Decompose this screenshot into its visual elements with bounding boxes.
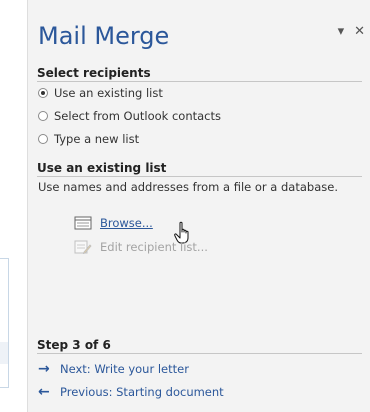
pane-title: Mail Merge [38,22,170,50]
radio-button[interactable] [38,134,48,144]
edit-recipient-list-link: Edit recipient list... [100,240,208,254]
previous-step-label: Previous: Starting document [60,385,224,399]
arrow-right-icon: → [38,361,50,377]
next-step-label: Next: Write your letter [60,362,189,376]
edit-list-icon [74,240,92,254]
section-heading-use-existing-list: Use an existing list [37,161,362,177]
pane-menu-icon[interactable]: ▾ [338,25,345,39]
radio-label: Select from Outlook contacts [54,109,222,123]
background-document [0,258,9,388]
radio-button[interactable] [38,111,48,121]
list-icon [74,216,92,230]
browse-link[interactable]: Browse... [100,216,153,230]
step-indicator: Step 3 of 6 [37,338,362,354]
pane-controls: ▾ ✕ [338,25,365,39]
mail-merge-pane: Mail Merge ▾ ✕ Select recipients Use an … [27,0,370,412]
next-step-link[interactable]: → Next: Write your letter [38,361,189,377]
radio-outlook-contacts[interactable]: Select from Outlook contacts [38,109,221,123]
close-icon[interactable]: ✕ [354,25,365,39]
use-existing-description: Use names and addresses from a file or a… [38,180,338,194]
browse-action[interactable]: Browse... [74,216,153,230]
radio-label: Type a new list [54,132,140,146]
radio-type-new-list[interactable]: Type a new list [38,132,139,146]
radio-use-existing-list[interactable]: Use an existing list [38,86,163,100]
radio-button-selected[interactable] [38,88,48,98]
arrow-left-icon: ← [38,384,50,400]
radio-label: Use an existing list [54,86,163,100]
edit-recipient-list-action: Edit recipient list... [74,240,208,254]
section-heading-select-recipients: Select recipients [37,66,362,82]
previous-step-link[interactable]: ← Previous: Starting document [38,384,224,400]
